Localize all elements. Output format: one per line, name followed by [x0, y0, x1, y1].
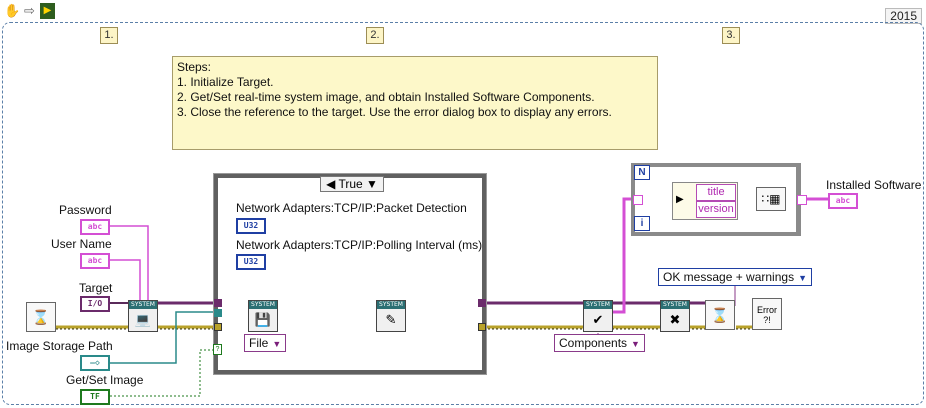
password-control[interactable]: abc	[80, 219, 110, 235]
installed-software-label: Installed Software	[826, 178, 922, 192]
loop-output-tunnel	[797, 195, 807, 205]
chevron-down-icon: ▼	[631, 339, 640, 349]
case-selector-terminal: ?	[213, 344, 222, 355]
installed-software-indicator[interactable]: abc	[828, 193, 858, 209]
get-software-components-node[interactable]: SYSTEM ✔	[583, 300, 613, 332]
node-header: SYSTEM	[584, 301, 612, 309]
refnum-tunnel-in	[214, 299, 222, 307]
unbundle-field-version[interactable]: version	[696, 201, 736, 218]
case-dropdown-icon[interactable]: ▼	[366, 177, 378, 191]
case-prev-icon[interactable]: ◀	[326, 177, 335, 191]
chevron-down-icon: ▼	[272, 339, 282, 349]
close-icon: ✖	[669, 312, 681, 327]
loop-input-tunnel	[633, 195, 643, 205]
save-image-icon: 💾	[254, 312, 272, 327]
get-set-image-label: Get/Set Image	[66, 373, 144, 387]
loop-count-terminal: N	[634, 165, 650, 180]
error-tunnel-in	[214, 323, 222, 331]
error-dialog-icon[interactable]: Error ?!	[752, 298, 782, 330]
hourglass-icon[interactable]: ⌛	[705, 300, 735, 330]
network-edit-icon: ✎	[385, 312, 397, 327]
image-storage-path-control[interactable]: —◇	[80, 355, 110, 371]
set-network-settings-node[interactable]: SYSTEM ✎	[376, 300, 406, 332]
unbundle-field-title[interactable]: title	[696, 184, 736, 201]
polling-interval-constant[interactable]: U32	[236, 254, 266, 270]
node-header: SYSTEM	[661, 301, 689, 309]
image-storage-path-label: Image Storage Path	[6, 339, 113, 353]
case-selector[interactable]: ◀ True ▼	[320, 176, 384, 192]
password-label: Password	[59, 203, 112, 217]
error-tunnel-out	[478, 323, 486, 331]
error-dialog-options-ring[interactable]: OK message + warnings ▼	[658, 268, 812, 286]
check-gear-icon: ✔	[592, 312, 604, 327]
computer-icon: 💻	[134, 312, 152, 327]
path-tunnel-in	[214, 309, 222, 317]
arrow-right-icon: ▶	[676, 194, 684, 205]
user-name-control[interactable]: abc	[80, 253, 110, 269]
get-set-image-control[interactable]: TF	[80, 389, 110, 405]
initialize-session-node[interactable]: SYSTEM 💻	[128, 300, 158, 332]
node-header: SYSTEM	[249, 301, 277, 309]
user-name-label: User Name	[51, 237, 112, 251]
target-label: Target	[79, 281, 113, 295]
refnum-tunnel-out	[478, 299, 486, 307]
get-set-image-node[interactable]: SYSTEM 💾	[248, 300, 278, 332]
loop-iteration-terminal: i	[634, 216, 650, 231]
packet-detection-label: Network Adapters:TCP/IP:Packet Detection	[236, 201, 467, 215]
error-ring-value: OK message + warnings	[663, 270, 795, 284]
format-into-string-icon[interactable]: ∷▦	[756, 187, 786, 211]
components-ring[interactable]: Components ▼	[554, 334, 645, 352]
close-session-node[interactable]: SYSTEM ✖	[660, 300, 690, 332]
node-header: SYSTEM	[377, 301, 405, 309]
file-ring[interactable]: File ▼	[244, 334, 287, 352]
node-header: SYSTEM	[129, 301, 157, 309]
components-ring-value: Components	[559, 336, 628, 350]
case-selector-value: True	[338, 177, 363, 191]
hourglass-lock-icon[interactable]: ⌛	[26, 302, 56, 332]
chevron-down-icon: ▼	[798, 273, 807, 283]
polling-interval-label: Network Adapters:TCP/IP:Polling Interval…	[236, 238, 483, 252]
packet-detection-constant[interactable]: U32	[236, 218, 266, 234]
file-ring-value: File	[249, 336, 269, 350]
target-control[interactable]: I/O	[80, 296, 110, 312]
